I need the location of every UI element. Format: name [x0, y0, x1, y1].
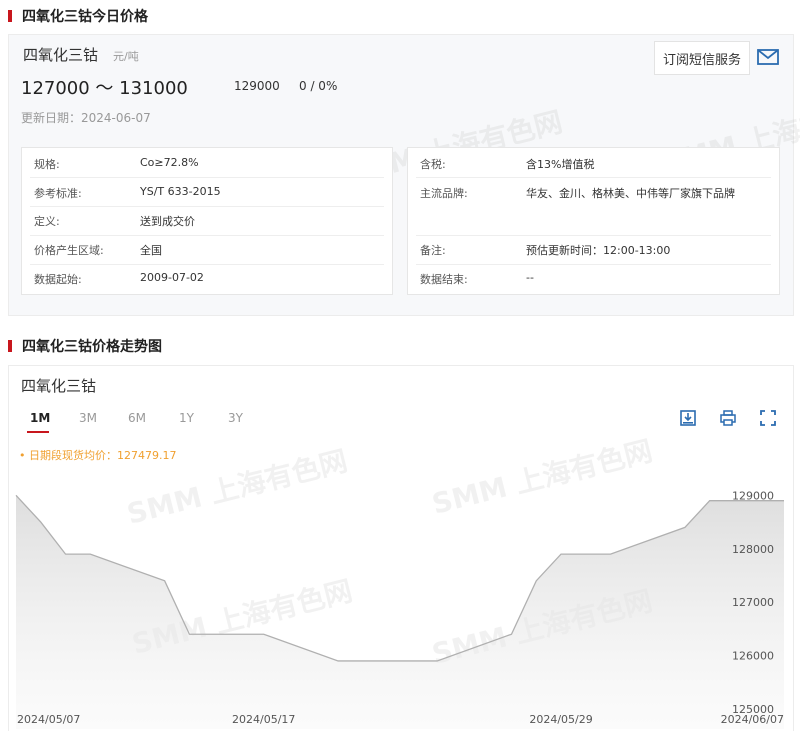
spec-value: --: [526, 271, 534, 284]
y-tick-label: 129000: [732, 489, 774, 502]
average-price: 129000: [234, 79, 280, 93]
x-tick-label: 2024/05/29: [529, 713, 592, 726]
spec-label: 主流品牌:: [420, 187, 468, 200]
price-card: SMM 上海有色网 SMM 上海有色网 四氧化三钴 元/吨 127000 ～ 1…: [8, 34, 800, 316]
spec-value: 2009-07-02: [140, 271, 204, 284]
divider: [416, 235, 771, 236]
y-tick-label: 127000: [732, 596, 774, 609]
x-tick-label: 2024/06/07: [721, 713, 784, 726]
spec-value: 华友、金川、格林美、中伟等厂家旗下品牌: [526, 187, 735, 200]
section-header-price-trend: 四氧化三钴价格走势图: [8, 336, 162, 356]
spec-value: 全国: [140, 244, 162, 257]
spec-table-left: 规格: Co≥72.8% 参考标准: YS/T 633-2015 定义: 送到成…: [21, 147, 393, 295]
price-range: 127000 ～ 131000: [21, 78, 188, 99]
divider: [30, 206, 384, 207]
section-title: 四氧化三钴价格走势图: [22, 339, 162, 355]
price-change: 0 / 0%: [299, 79, 338, 93]
divider: [30, 264, 384, 265]
spec-label: 数据起始:: [34, 273, 82, 286]
divider: [30, 235, 384, 236]
product-name: 四氧化三钴: [23, 46, 99, 64]
y-tick-label: 128000: [732, 543, 774, 556]
spec-value: 预估更新时间：12:00-13:00: [526, 244, 671, 257]
spec-value: YS/T 633-2015: [140, 185, 221, 198]
x-tick-label: 2024/05/17: [232, 713, 295, 726]
divider: [416, 264, 771, 265]
spec-table-right: 含税: 含13%增值税 主流品牌: 华友、金川、格林美、中伟等厂家旗下品牌 备注…: [407, 147, 780, 295]
chart-card: 四氧化三钴 1M 3M 6M 1Y 3Y • 日期段现货均价：127479.17…: [8, 365, 794, 731]
y-tick-label: 126000: [732, 650, 774, 663]
section-marker: [8, 10, 12, 22]
spec-label: 备注:: [420, 244, 446, 257]
spec-value: Co≥72.8%: [140, 156, 199, 169]
section-title: 四氧化三钴今日价格: [22, 9, 148, 25]
price-unit: 元/吨: [113, 50, 139, 63]
spec-label: 参考标准:: [34, 187, 82, 200]
divider: [416, 177, 771, 178]
price-trend-chart: 1250001260001270001280001290002024/05/07…: [15, 489, 784, 729]
spec-label: 定义:: [34, 215, 60, 228]
spec-label: 含税:: [420, 158, 446, 171]
spec-label: 数据结束:: [420, 273, 468, 286]
spec-value: 含13%增值税: [526, 158, 595, 171]
price-area: [16, 495, 784, 729]
section-marker: [8, 340, 12, 352]
spec-label: 价格产生区域:: [34, 244, 104, 257]
x-tick-label: 2024/05/07: [17, 713, 80, 726]
mail-icon[interactable]: [757, 47, 779, 67]
divider: [30, 177, 384, 178]
spec-label: 规格:: [34, 158, 60, 171]
subscribe-sms-button[interactable]: 订阅短信服务: [654, 41, 750, 75]
spec-value: 送到成交价: [140, 215, 195, 228]
update-date: 更新日期：2024-06-07: [21, 111, 151, 125]
section-header-today-price: 四氧化三钴今日价格: [8, 6, 148, 26]
